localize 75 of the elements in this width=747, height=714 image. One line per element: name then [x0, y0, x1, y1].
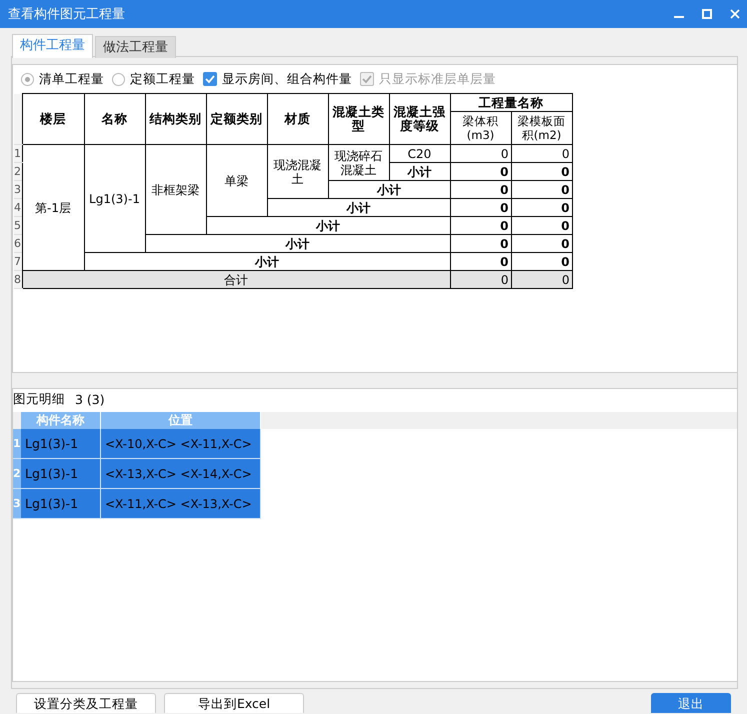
grid-row[interactable]: 1 Lg1(3)-1 <X-10,X-C> <X-11,X-C> — [13, 429, 261, 459]
table-cell: <X-10,X-C> <X-11,X-C> — [101, 429, 261, 458]
grid-row[interactable]: 2 Lg1(3)-1 <X-13,X-C> <X-14,X-C> — [13, 459, 261, 489]
table-cell: 0 — [450, 216, 511, 234]
radio-button[interactable] — [112, 72, 125, 86]
row-number: 4 — [14, 198, 22, 216]
window-title: 查看构件图元工程量 — [8, 6, 126, 23]
table-cell: Lg1(3)-1 — [84, 144, 145, 252]
table-cell: <X-13,X-C> <X-14,X-C> — [101, 459, 261, 488]
checkbox[interactable] — [203, 72, 217, 86]
column-header: 名称 — [84, 94, 145, 144]
column-header: 结构类别 — [145, 94, 206, 144]
table-cell: 非框架梁 — [145, 144, 206, 234]
row-number: 8 — [14, 270, 22, 288]
item-count: 3 (3) — [75, 392, 105, 406]
column-header: 梁模板面积(m2) — [511, 112, 572, 144]
column-header: 定额类别 — [206, 94, 267, 144]
exit-button[interactable]: 退出 — [651, 693, 731, 713]
column-header: 混凝土类型 — [328, 94, 389, 144]
radio-button[interactable] — [21, 72, 34, 86]
table-cell: 小计 — [267, 198, 450, 216]
button[interactable]: 导出到Excel — [164, 693, 304, 713]
column-header: 构件名称 — [21, 412, 101, 429]
table-cell: 现浇混凝土 — [267, 144, 328, 198]
table-cell: 0 — [511, 270, 572, 288]
table-cell: 0 — [511, 234, 572, 252]
row-number: 6 — [14, 234, 22, 252]
button[interactable]: 设置分类及工程量 — [16, 693, 156, 713]
option-label: 显示房间、组合构件量 — [222, 70, 352, 88]
table-cell: C20 — [389, 144, 450, 162]
table-cell: Lg1(3)-1 — [21, 429, 101, 458]
table-cell: 小计 — [389, 162, 450, 180]
tab[interactable]: 做法工程量 — [95, 36, 176, 58]
table-cell: 0 — [450, 234, 511, 252]
column-header: 混凝土强度等级 — [389, 94, 450, 144]
table-cell: 0 — [450, 270, 511, 288]
row-number: 7 — [14, 252, 22, 270]
panel-title: 图元明细 — [13, 390, 65, 408]
option-label: 定额工程量 — [130, 70, 195, 88]
table-cell: 合计 — [22, 270, 450, 288]
maximize-icon[interactable] — [702, 9, 712, 19]
column-header: 材质 — [267, 94, 328, 144]
option-label: 只显示标准层单层量 — [379, 70, 496, 88]
table-cell: 0 — [511, 198, 572, 216]
table-cell: 小计 — [328, 180, 450, 198]
table-cell: 0 — [450, 198, 511, 216]
tab[interactable]: 构件工程量 — [12, 34, 93, 58]
table-cell: Lg1(3)-1 — [21, 459, 101, 488]
row-number: 3 — [13, 489, 21, 518]
row-number: 1 — [13, 429, 21, 458]
table-cell: 0 — [450, 144, 511, 162]
close-icon[interactable] — [730, 9, 740, 19]
row-number: 2 — [14, 162, 22, 180]
column-header: 楼层 — [22, 94, 84, 144]
row-number: 3 — [14, 180, 22, 198]
table-cell: 单梁 — [206, 144, 267, 216]
table-cell: 0 — [511, 180, 572, 198]
table-cell: 小计 — [206, 216, 450, 234]
option-label: 清单工程量 — [39, 70, 104, 88]
column-header: 位置 — [101, 412, 261, 429]
table-cell: 现浇碎石混凝土 — [328, 144, 389, 180]
grid-row[interactable]: 3 Lg1(3)-1 <X-11,X-C> <X-13,X-C> — [13, 489, 261, 519]
table-cell: 0 — [511, 162, 572, 180]
table-cell: 0 — [511, 144, 572, 162]
table-cell: 小计 — [145, 234, 450, 252]
row-number: 1 — [14, 144, 22, 162]
table-cell: 0 — [511, 216, 572, 234]
row-number: 2 — [13, 459, 21, 488]
table-cell: 0 — [450, 180, 511, 198]
column-header: 梁体积(m3) — [450, 112, 511, 144]
table-cell: <X-11,X-C> <X-13,X-C> — [101, 489, 261, 518]
column-header: 工程量名称 — [450, 94, 572, 112]
table-cell: 0 — [450, 162, 511, 180]
row-number: 5 — [14, 216, 22, 234]
table-cell: Lg1(3)-1 — [21, 489, 101, 518]
